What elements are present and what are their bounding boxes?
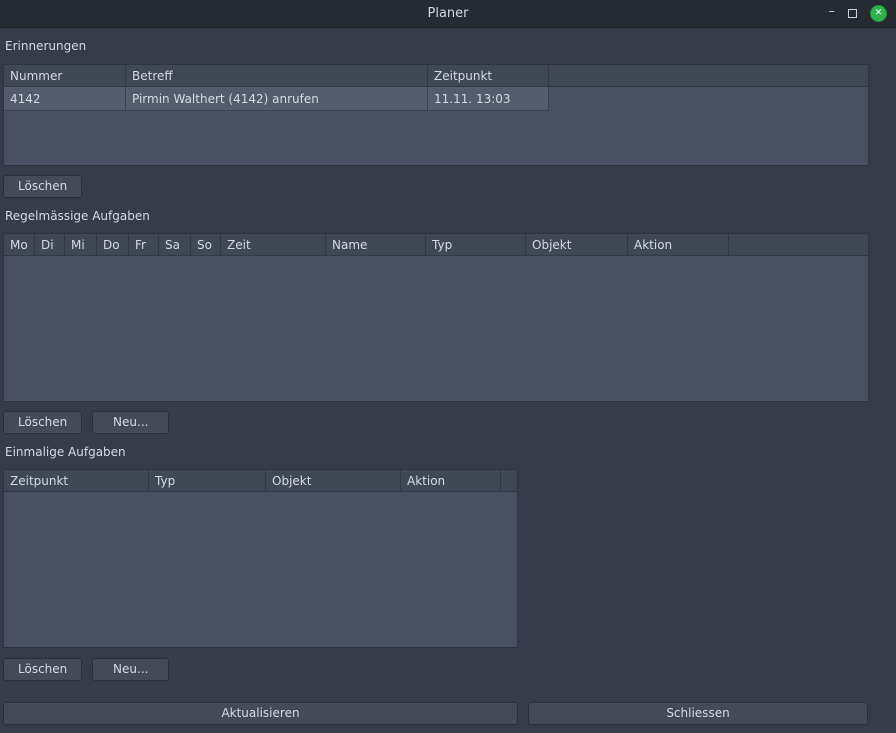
- reminders-label: Erinnerungen: [5, 39, 896, 54]
- column-header-typ[interactable]: Typ: [426, 234, 526, 255]
- close-window-button[interactable]: Schliessen: [528, 702, 868, 725]
- maximize-button[interactable]: [848, 9, 857, 18]
- minimize-icon: –: [829, 8, 836, 16]
- maximize-icon: [848, 9, 857, 18]
- column-header-objekt[interactable]: Objekt: [266, 470, 401, 491]
- reminders-table-header: Nummer Betreff Zeitpunkt: [4, 65, 868, 87]
- reminders-table: Nummer Betreff Zeitpunkt 4142 Pirmin Wal…: [3, 64, 869, 166]
- column-header-name[interactable]: Name: [326, 234, 426, 255]
- close-button[interactable]: ✕: [870, 5, 887, 22]
- recurring-new-button[interactable]: Neu...: [92, 411, 169, 434]
- recurring-table-body[interactable]: [4, 256, 868, 401]
- window-title: Planer: [0, 6, 896, 21]
- refresh-button[interactable]: Aktualisieren: [3, 702, 518, 725]
- column-header-zeit[interactable]: Zeit: [221, 234, 326, 255]
- column-header-aktion[interactable]: Aktion: [401, 470, 501, 491]
- reminders-buttons: Löschen: [3, 175, 896, 198]
- column-header-sa[interactable]: Sa: [159, 234, 191, 255]
- column-header-do[interactable]: Do: [97, 234, 129, 255]
- table-row[interactable]: 4142 Pirmin Walthert (4142) anrufen 11.1…: [4, 87, 549, 111]
- window-controls: – ✕: [829, 5, 896, 22]
- column-header-filler: [549, 65, 868, 86]
- column-header-mo[interactable]: Mo: [4, 234, 35, 255]
- footer-buttons: Aktualisieren Schliessen: [3, 702, 896, 725]
- cell-nummer: 4142: [4, 87, 126, 110]
- onetime-buttons: Löschen Neu...: [3, 658, 896, 681]
- recurring-table: Mo Di Mi Do Fr Sa So Zeit Name Typ Objek…: [3, 233, 869, 402]
- column-header-betreff[interactable]: Betreff: [126, 65, 428, 86]
- onetime-delete-button[interactable]: Löschen: [3, 658, 82, 681]
- recurring-label: Regelmässige Aufgaben: [5, 209, 896, 224]
- onetime-table-body[interactable]: [4, 492, 517, 647]
- column-header-filler: [501, 470, 517, 491]
- titlebar[interactable]: Planer – ✕: [0, 0, 896, 28]
- recurring-delete-button[interactable]: Löschen: [3, 411, 82, 434]
- column-header-objekt[interactable]: Objekt: [526, 234, 628, 255]
- column-header-so[interactable]: So: [191, 234, 221, 255]
- column-header-zeitpunkt[interactable]: Zeitpunkt: [428, 65, 549, 86]
- close-icon: ✕: [875, 9, 883, 18]
- onetime-label: Einmalige Aufgaben: [5, 445, 896, 460]
- column-header-nummer[interactable]: Nummer: [4, 65, 126, 86]
- column-header-filler: [729, 234, 868, 255]
- onetime-table: Zeitpunkt Typ Objekt Aktion: [3, 469, 518, 648]
- column-header-mi[interactable]: Mi: [65, 234, 97, 255]
- cell-zeitpunkt: 11.11. 13:03: [428, 87, 549, 110]
- minimize-button[interactable]: –: [829, 10, 836, 18]
- column-header-aktion[interactable]: Aktion: [628, 234, 729, 255]
- reminders-delete-button[interactable]: Löschen: [3, 175, 82, 198]
- column-header-fr[interactable]: Fr: [129, 234, 159, 255]
- recurring-table-header: Mo Di Mi Do Fr Sa So Zeit Name Typ Objek…: [4, 234, 868, 256]
- onetime-new-button[interactable]: Neu...: [92, 658, 169, 681]
- column-header-zeitpunkt[interactable]: Zeitpunkt: [4, 470, 149, 491]
- column-header-typ[interactable]: Typ: [149, 470, 266, 491]
- reminders-table-body[interactable]: 4142 Pirmin Walthert (4142) anrufen 11.1…: [4, 87, 868, 165]
- main-content: Erinnerungen Nummer Betreff Zeitpunkt 41…: [0, 28, 896, 733]
- onetime-table-header: Zeitpunkt Typ Objekt Aktion: [4, 470, 517, 492]
- recurring-buttons: Löschen Neu...: [3, 411, 896, 434]
- column-header-di[interactable]: Di: [35, 234, 65, 255]
- cell-betreff: Pirmin Walthert (4142) anrufen: [126, 87, 428, 110]
- planer-window: Planer – ✕ Erinnerungen Nummer Betreff Z…: [0, 0, 896, 733]
